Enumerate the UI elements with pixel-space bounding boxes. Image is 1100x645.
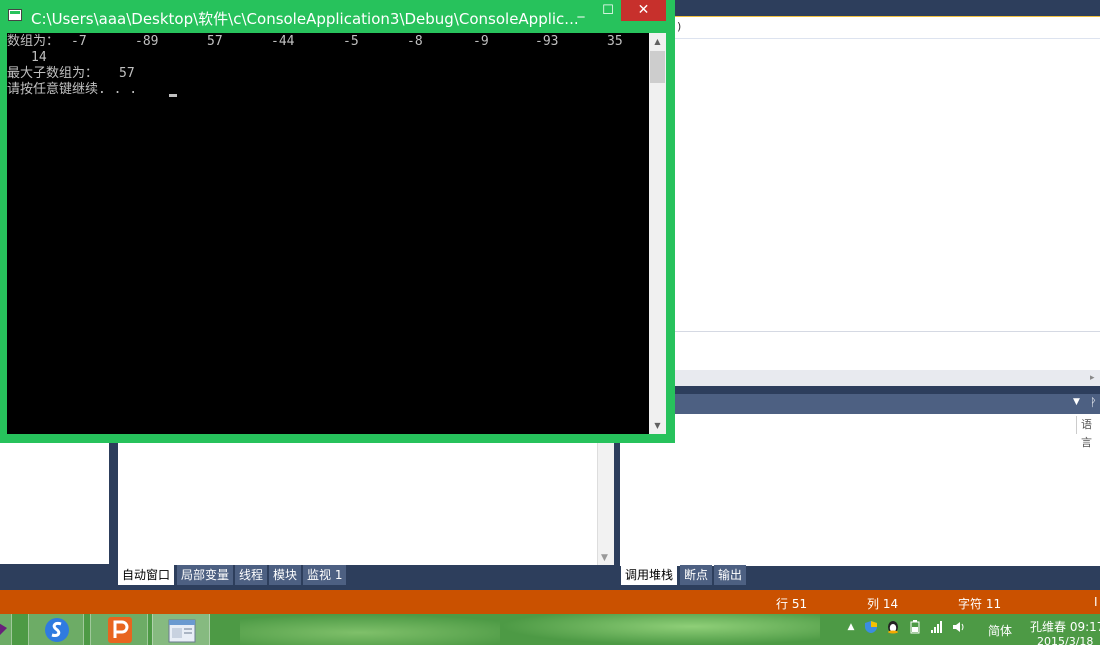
array-label: 数组为： bbox=[7, 34, 60, 49]
ide-right-panel-titlebar: ▼ ᚹ bbox=[675, 394, 1100, 414]
tab-locals[interactable]: 局部变量 bbox=[177, 565, 234, 585]
ide-panel-gap bbox=[675, 386, 1100, 394]
console-window-icon bbox=[168, 619, 196, 643]
scroll-down-icon[interactable]: ▼ bbox=[649, 417, 666, 434]
minimize-button[interactable]: _ bbox=[566, 0, 596, 22]
system-tray: ▲ 简体 孔维春 09:17 2015/3/18 bbox=[830, 614, 1100, 645]
taskbar-console-button[interactable] bbox=[152, 614, 210, 645]
console-output[interactable]: 数组为： -7 -89 57 -44 -5 -8 -9 -93 35 14 最大… bbox=[7, 33, 649, 434]
ide-call-stack-panel[interactable] bbox=[620, 414, 1100, 566]
array-value: 35 bbox=[607, 34, 623, 49]
console-line-array: 数组为： -7 -89 57 -44 -5 -8 -9 -93 35 bbox=[7, 34, 649, 50]
array-value: -89 bbox=[135, 34, 159, 49]
pin-icon[interactable]: ᚹ bbox=[1090, 396, 1097, 409]
security-shield-icon[interactable] bbox=[864, 620, 878, 634]
tab-threads[interactable]: 线程 bbox=[235, 565, 268, 585]
status-line: 行 51 bbox=[776, 597, 808, 611]
ide-tab-fragment: ) bbox=[677, 20, 682, 33]
array-value: -5 bbox=[343, 34, 359, 49]
console-line-max: 最大子数组为： 57 bbox=[7, 66, 307, 82]
ide-editor-tabstrip: ) bbox=[675, 16, 1100, 40]
tab-modules[interactable]: 模块 bbox=[269, 565, 302, 585]
column-header-language[interactable]: 语言 bbox=[1076, 416, 1100, 449]
sogou-browser-icon bbox=[45, 618, 69, 642]
wps-presentation-icon bbox=[108, 617, 132, 643]
status-char: 字符 11 bbox=[958, 597, 1002, 611]
ide-status-bar: 行 51 列 14 字符 11 I bbox=[0, 590, 1100, 614]
ide-autos-panel[interactable] bbox=[118, 443, 614, 565]
array-value: -7 bbox=[71, 34, 87, 49]
ide-editor-separator bbox=[675, 331, 1100, 347]
array-value: -93 bbox=[535, 34, 559, 49]
console-app-icon[interactable] bbox=[8, 9, 22, 21]
taskbar-vs-button[interactable] bbox=[0, 614, 12, 645]
dropdown-arrow-icon[interactable]: ▼ bbox=[1073, 397, 1080, 407]
console-cursor bbox=[169, 94, 177, 97]
taskbar-wallpaper-leaf bbox=[240, 614, 540, 645]
status-ins: I bbox=[1094, 595, 1098, 609]
battery-icon[interactable] bbox=[908, 620, 922, 634]
console-vertical-scrollbar[interactable]: ▲ ▼ bbox=[649, 33, 666, 434]
console-window-title: C:\Users\aaa\Desktop\软件\c\ConsoleApplica… bbox=[31, 10, 579, 28]
array-value: 57 bbox=[207, 34, 223, 49]
ide-editor-area-lower bbox=[675, 346, 1100, 370]
taskbar-sogou-browser-button[interactable] bbox=[28, 614, 84, 645]
close-button[interactable]: ✕ bbox=[621, 0, 666, 21]
ide-autos-scrollbar[interactable]: ▼ bbox=[597, 443, 614, 565]
max-subarray-label: 最大子数组为： bbox=[7, 66, 99, 81]
array-value: -9 bbox=[473, 34, 489, 49]
volume-icon[interactable] bbox=[952, 620, 966, 634]
press-any-key-prompt: 请按任意键继续. . . bbox=[7, 82, 138, 97]
console-titlebar[interactable]: C:\Users\aaa\Desktop\软件\c\ConsoleApplica… bbox=[0, 0, 675, 33]
max-subarray-value: 57 bbox=[119, 66, 135, 81]
taskbar-wallpaper-leaf bbox=[500, 614, 820, 645]
scroll-right-icon[interactable]: ▸ bbox=[1090, 370, 1100, 386]
scrollbar-thumb[interactable] bbox=[650, 51, 665, 83]
tray-date[interactable]: 2015/3/18 bbox=[1037, 635, 1093, 645]
input-language-indicator[interactable]: 简体 bbox=[988, 622, 1012, 639]
ide-horizontal-scrollbar[interactable]: ▸ bbox=[675, 370, 1100, 386]
array-value: -8 bbox=[407, 34, 423, 49]
tab-breakpoints[interactable]: 断点 bbox=[680, 565, 713, 585]
console-window[interactable]: C:\Users\aaa\Desktop\软件\c\ConsoleApplica… bbox=[0, 0, 675, 443]
show-hidden-icons-icon[interactable]: ▲ bbox=[844, 620, 858, 634]
windows-taskbar: ▲ 简体 孔维春 09:17 2015/3/18 bbox=[0, 614, 1100, 645]
tray-user-time[interactable]: 孔维春 09:17 bbox=[1030, 618, 1100, 635]
array-value: -44 bbox=[271, 34, 295, 49]
signal-strength-icon[interactable] bbox=[930, 620, 944, 634]
scroll-up-icon[interactable]: ▲ bbox=[649, 33, 666, 50]
tab-call-stack[interactable]: 调用堆栈 bbox=[621, 565, 678, 585]
tab-autos[interactable]: 自动窗口 bbox=[118, 565, 175, 585]
taskbar-wps-presentation-button[interactable] bbox=[90, 614, 148, 645]
ide-left-panel bbox=[0, 443, 109, 564]
status-column: 列 14 bbox=[867, 597, 899, 611]
maximize-button[interactable]: ☐ bbox=[596, 0, 620, 22]
vs-icon bbox=[0, 623, 7, 635]
scroll-down-icon[interactable]: ▼ bbox=[601, 553, 608, 563]
tab-output[interactable]: 输出 bbox=[714, 565, 747, 585]
array-value: 14 bbox=[31, 50, 47, 65]
qq-penguin-icon[interactable] bbox=[886, 620, 900, 634]
ide-code-editor[interactable] bbox=[675, 39, 1100, 331]
tab-watch-1[interactable]: 监视 1 bbox=[303, 565, 347, 585]
